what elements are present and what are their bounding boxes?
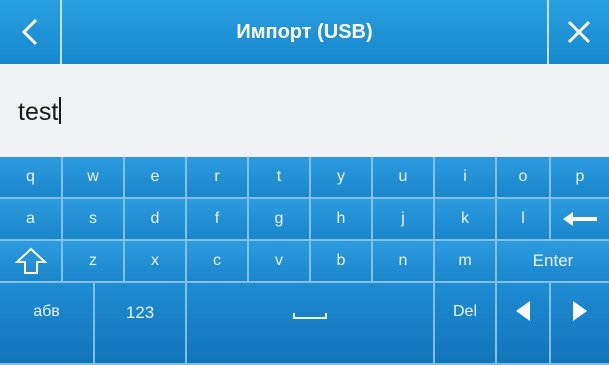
cursor-left-key[interactable] (497, 283, 551, 365)
text-caret (59, 97, 62, 124)
key-h[interactable]: h (311, 199, 373, 241)
key-l[interactable]: l (497, 199, 551, 241)
arrow-right-icon (573, 301, 587, 321)
key-n[interactable]: n (373, 241, 435, 283)
arrow-left-icon (516, 301, 530, 321)
on-screen-keyboard: q w e r t y u i o p a s d f g h j k l z … (0, 157, 609, 365)
shift-arrow-icon (14, 247, 47, 274)
key-s[interactable]: s (63, 199, 125, 241)
close-icon (567, 20, 591, 44)
key-m[interactable]: m (435, 241, 497, 283)
back-button[interactable] (0, 0, 62, 64)
delete-key[interactable]: Del (435, 283, 497, 365)
key-d[interactable]: d (125, 199, 187, 241)
backspace-key[interactable] (551, 199, 609, 241)
key-f[interactable]: f (187, 199, 249, 241)
space-key[interactable] (187, 283, 435, 365)
key-k[interactable]: k (435, 199, 497, 241)
key-z[interactable]: z (63, 241, 125, 283)
key-q[interactable]: q (0, 157, 63, 199)
key-e[interactable]: e (125, 157, 187, 199)
key-t[interactable]: t (249, 157, 311, 199)
key-j[interactable]: j (373, 199, 435, 241)
key-g[interactable]: g (249, 199, 311, 241)
numeric-mode-key[interactable]: 123 (95, 283, 187, 365)
key-i[interactable]: i (435, 157, 497, 199)
shift-key[interactable] (0, 241, 63, 283)
enter-key[interactable]: Enter (497, 241, 609, 283)
chevron-left-icon (21, 18, 38, 46)
key-c[interactable]: c (187, 241, 249, 283)
alpha-mode-key[interactable]: абв (0, 283, 95, 365)
text-input-field[interactable]: test (0, 64, 609, 157)
space-bar-icon (293, 313, 327, 319)
cursor-right-key[interactable] (551, 283, 609, 365)
key-o[interactable]: o (497, 157, 551, 199)
page-title: Импорт (USB) (236, 20, 373, 43)
key-b[interactable]: b (311, 241, 373, 283)
header-bar: Импорт (USB) (0, 0, 609, 64)
key-u[interactable]: u (373, 157, 435, 199)
import-usb-screen: Импорт (USB) test q w e r t y u i o p a … (0, 0, 609, 365)
key-x[interactable]: x (125, 241, 187, 283)
key-r[interactable]: r (187, 157, 249, 199)
input-value: test (18, 98, 59, 126)
backspace-arrow-icon (563, 212, 597, 226)
key-w[interactable]: w (63, 157, 125, 199)
input-value-wrapper: test (18, 97, 62, 127)
key-y[interactable]: y (311, 157, 373, 199)
key-a[interactable]: a (0, 199, 63, 241)
key-v[interactable]: v (249, 241, 311, 283)
key-p[interactable]: p (551, 157, 609, 199)
close-button[interactable] (547, 0, 609, 64)
